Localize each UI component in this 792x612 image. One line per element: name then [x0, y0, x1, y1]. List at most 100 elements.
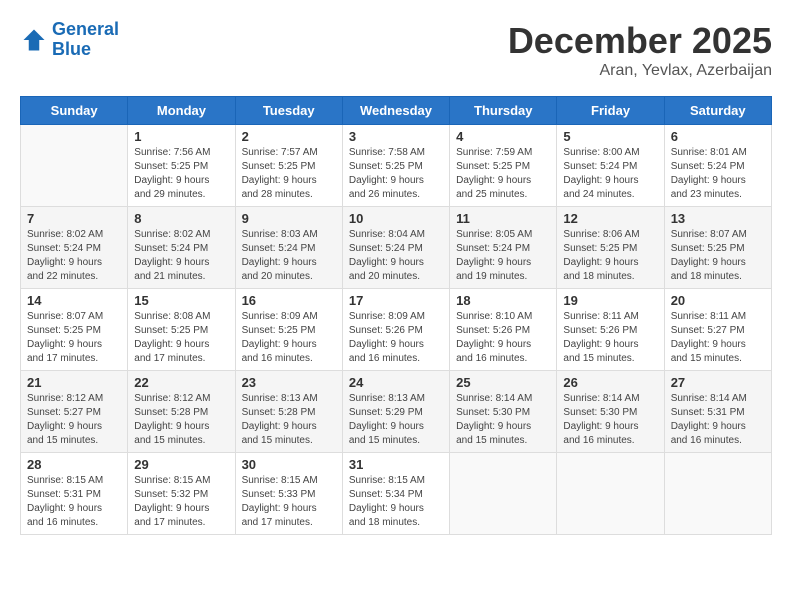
day-info: Sunrise: 8:03 AMSunset: 5:24 PMDaylight:… — [242, 228, 336, 284]
day-number: 6 — [671, 129, 765, 144]
day-number: 4 — [456, 129, 550, 144]
day-number: 5 — [563, 129, 657, 144]
day-number: 2 — [242, 129, 336, 144]
calendar-cell: 9 Sunrise: 8:03 AMSunset: 5:24 PMDaylight… — [235, 207, 342, 289]
calendar-cell: 14 Sunrise: 8:07 AMSunset: 5:25 PMDayligh… — [21, 289, 128, 371]
calendar-cell: 6 Sunrise: 8:01 AMSunset: 5:24 PMDaylight… — [664, 125, 771, 207]
calendar-cell: 4 Sunrise: 7:59 AMSunset: 5:25 PMDaylight… — [450, 125, 557, 207]
page-header: General Blue December 2025 Aran, Yevlax,… — [20, 20, 772, 80]
calendar-cell: 8 Sunrise: 8:02 AMSunset: 5:24 PMDaylight… — [128, 207, 235, 289]
day-number: 1 — [134, 129, 228, 144]
day-info: Sunrise: 8:09 AMSunset: 5:25 PMDaylight:… — [242, 310, 336, 366]
day-number: 25 — [456, 375, 550, 390]
day-number: 26 — [563, 375, 657, 390]
calendar-row: 1 Sunrise: 7:56 AMSunset: 5:25 PMDaylight… — [21, 125, 772, 207]
day-info: Sunrise: 8:14 AMSunset: 5:30 PMDaylight:… — [456, 392, 550, 448]
day-info: Sunrise: 8:15 AMSunset: 5:33 PMDaylight:… — [242, 474, 336, 530]
calendar-row: 21 Sunrise: 8:12 AMSunset: 5:27 PMDayligh… — [21, 371, 772, 453]
weekday-header: Thursday — [450, 97, 557, 125]
calendar-cell — [664, 453, 771, 535]
weekday-header: Sunday — [21, 97, 128, 125]
calendar-cell: 10 Sunrise: 8:04 AMSunset: 5:24 PMDayligh… — [342, 207, 449, 289]
day-number: 19 — [563, 293, 657, 308]
location: Aran, Yevlax, Azerbaijan — [508, 62, 772, 80]
day-number: 31 — [349, 457, 443, 472]
weekday-header: Tuesday — [235, 97, 342, 125]
weekday-header: Monday — [128, 97, 235, 125]
day-number: 7 — [27, 211, 121, 226]
day-info: Sunrise: 8:02 AMSunset: 5:24 PMDaylight:… — [27, 228, 121, 284]
calendar-cell: 25 Sunrise: 8:14 AMSunset: 5:30 PMDayligh… — [450, 371, 557, 453]
calendar-cell: 2 Sunrise: 7:57 AMSunset: 5:25 PMDaylight… — [235, 125, 342, 207]
calendar: SundayMondayTuesdayWednesdayThursdayFrid… — [20, 96, 772, 535]
day-number: 3 — [349, 129, 443, 144]
calendar-row: 14 Sunrise: 8:07 AMSunset: 5:25 PMDayligh… — [21, 289, 772, 371]
day-number: 15 — [134, 293, 228, 308]
day-info: Sunrise: 8:06 AMSunset: 5:25 PMDaylight:… — [563, 228, 657, 284]
day-info: Sunrise: 8:02 AMSunset: 5:24 PMDaylight:… — [134, 228, 228, 284]
title-block: December 2025 Aran, Yevlax, Azerbaijan — [508, 20, 772, 80]
day-info: Sunrise: 8:10 AMSunset: 5:26 PMDaylight:… — [456, 310, 550, 366]
day-number: 23 — [242, 375, 336, 390]
calendar-cell: 29 Sunrise: 8:15 AMSunset: 5:32 PMDayligh… — [128, 453, 235, 535]
day-number: 14 — [27, 293, 121, 308]
calendar-cell: 11 Sunrise: 8:05 AMSunset: 5:24 PMDayligh… — [450, 207, 557, 289]
day-info: Sunrise: 8:04 AMSunset: 5:24 PMDaylight:… — [349, 228, 443, 284]
day-info: Sunrise: 8:14 AMSunset: 5:31 PMDaylight:… — [671, 392, 765, 448]
calendar-cell: 5 Sunrise: 8:00 AMSunset: 5:24 PMDaylight… — [557, 125, 664, 207]
logo: General Blue — [20, 20, 119, 60]
logo-text: General Blue — [52, 20, 119, 60]
day-info: Sunrise: 7:57 AMSunset: 5:25 PMDaylight:… — [242, 146, 336, 202]
day-info: Sunrise: 8:15 AMSunset: 5:34 PMDaylight:… — [349, 474, 443, 530]
logo-icon — [20, 26, 48, 54]
calendar-cell: 20Sunrise: 8:11 AMSunset: 5:27 PMDayligh… — [664, 289, 771, 371]
day-number: 24 — [349, 375, 443, 390]
day-info: Sunrise: 8:12 AMSunset: 5:28 PMDaylight:… — [134, 392, 228, 448]
day-number: 13 — [671, 211, 765, 226]
day-info: Sunrise: 8:05 AMSunset: 5:24 PMDaylight:… — [456, 228, 550, 284]
day-number: 27 — [671, 375, 765, 390]
day-info: Sunrise: 8:13 AMSunset: 5:29 PMDaylight:… — [349, 392, 443, 448]
day-info: Sunrise: 8:09 AMSunset: 5:26 PMDaylight:… — [349, 310, 443, 366]
calendar-cell: 23Sunrise: 8:13 AMSunset: 5:28 PMDayligh… — [235, 371, 342, 453]
calendar-cell: 26 Sunrise: 8:14 AMSunset: 5:30 PMDayligh… — [557, 371, 664, 453]
calendar-cell: 17Sunrise: 8:09 AMSunset: 5:26 PMDayligh… — [342, 289, 449, 371]
calendar-cell: 27 Sunrise: 8:14 AMSunset: 5:31 PMDayligh… — [664, 371, 771, 453]
calendar-cell: 21 Sunrise: 8:12 AMSunset: 5:27 PMDayligh… — [21, 371, 128, 453]
calendar-cell: 3Sunrise: 7:58 AMSunset: 5:25 PMDaylight… — [342, 125, 449, 207]
calendar-cell: 24 Sunrise: 8:13 AMSunset: 5:29 PMDayligh… — [342, 371, 449, 453]
day-number: 16 — [242, 293, 336, 308]
day-info: Sunrise: 7:56 AMSunset: 5:25 PMDaylight:… — [134, 146, 228, 202]
weekday-header: Wednesday — [342, 97, 449, 125]
day-info: Sunrise: 8:12 AMSunset: 5:27 PMDaylight:… — [27, 392, 121, 448]
day-info: Sunrise: 8:07 AMSunset: 5:25 PMDaylight:… — [27, 310, 121, 366]
day-number: 12 — [563, 211, 657, 226]
weekday-header: Friday — [557, 97, 664, 125]
calendar-row: 28 Sunrise: 8:15 AMSunset: 5:31 PMDayligh… — [21, 453, 772, 535]
day-info: Sunrise: 8:08 AMSunset: 5:25 PMDaylight:… — [134, 310, 228, 366]
calendar-cell: 13 Sunrise: 8:07 AMSunset: 5:25 PMDayligh… — [664, 207, 771, 289]
day-info: Sunrise: 7:59 AMSunset: 5:25 PMDaylight:… — [456, 146, 550, 202]
day-number: 11 — [456, 211, 550, 226]
day-number: 9 — [242, 211, 336, 226]
day-number: 28 — [27, 457, 121, 472]
day-info: Sunrise: 8:01 AMSunset: 5:24 PMDaylight:… — [671, 146, 765, 202]
calendar-cell — [450, 453, 557, 535]
day-number: 10 — [349, 211, 443, 226]
calendar-cell: 28 Sunrise: 8:15 AMSunset: 5:31 PMDayligh… — [21, 453, 128, 535]
day-number: 30 — [242, 457, 336, 472]
day-info: Sunrise: 8:15 AMSunset: 5:32 PMDaylight:… — [134, 474, 228, 530]
day-number: 22 — [134, 375, 228, 390]
weekday-header: Saturday — [664, 97, 771, 125]
day-number: 21 — [27, 375, 121, 390]
day-info: Sunrise: 8:07 AMSunset: 5:25 PMDaylight:… — [671, 228, 765, 284]
calendar-cell: 19Sunrise: 8:11 AMSunset: 5:26 PMDayligh… — [557, 289, 664, 371]
day-info: Sunrise: 8:14 AMSunset: 5:30 PMDaylight:… — [563, 392, 657, 448]
calendar-cell: 31 Sunrise: 8:15 AMSunset: 5:34 PMDayligh… — [342, 453, 449, 535]
day-number: 20 — [671, 293, 765, 308]
day-number: 29 — [134, 457, 228, 472]
day-info: Sunrise: 8:15 AMSunset: 5:31 PMDaylight:… — [27, 474, 121, 530]
day-number: 8 — [134, 211, 228, 226]
day-info: Sunrise: 8:00 AMSunset: 5:24 PMDaylight:… — [563, 146, 657, 202]
calendar-cell: 1 Sunrise: 7:56 AMSunset: 5:25 PMDaylight… — [128, 125, 235, 207]
